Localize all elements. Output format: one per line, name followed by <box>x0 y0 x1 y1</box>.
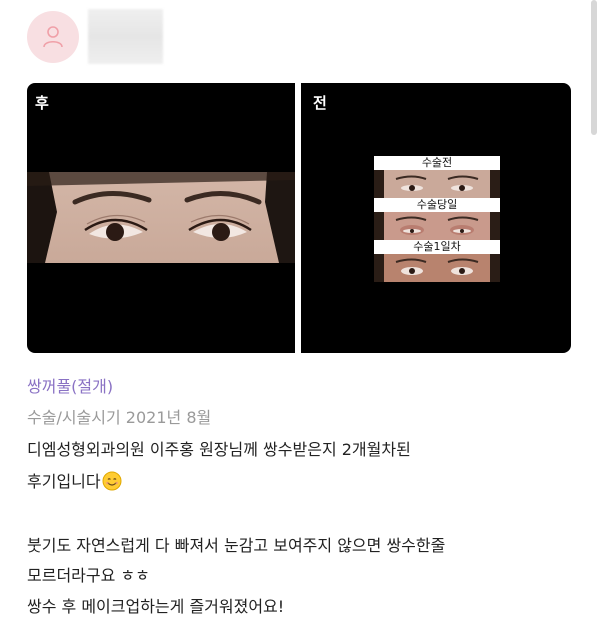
photo-card[interactable]: 후 전 수술전 수술당일 수술1일차 <box>27 83 571 353</box>
before-stage-collage: 수술전 수술당일 수술1일차 <box>374 156 500 282</box>
surgery-date: 수술/시술시기 2021년 8월 <box>27 408 212 427</box>
user-icon <box>43 26 63 48</box>
stage-caption: 수술전 <box>374 156 500 170</box>
before-photo-panel[interactable]: 전 수술전 수술당일 수술1일차 <box>301 83 571 353</box>
body-line-2: 후기입니다 <box>27 468 122 492</box>
procedure-tag[interactable]: 쌍꺼풀(절개) <box>27 373 113 397</box>
body-line-5: 모르더라구요 ㅎㅎ <box>27 566 150 585</box>
body-line-1: 디엠성형외과의원 이주홍 원장님께 쌍수받은지 2개월차된 <box>27 440 411 459</box>
stage-photo <box>374 212 500 240</box>
after-photo-panel[interactable]: 후 <box>27 83 295 353</box>
stage-caption: 수술1일차 <box>374 240 500 254</box>
smiling-face-icon <box>102 471 122 491</box>
body-line-6: 쌍수 후 메이크업하는게 즐거워졌어요! <box>27 597 285 616</box>
body-line-4: 붓기도 자연스럽게 다 빠져서 눈감고 보여주지 않으면 쌍수한줄 <box>27 536 446 555</box>
after-eyes-image <box>27 172 295 263</box>
body-line-2-text: 후기입니다 <box>27 472 101 491</box>
stage-caption: 수술당일 <box>374 198 500 212</box>
avatar[interactable] <box>27 11 79 63</box>
after-label: 후 <box>35 94 49 112</box>
stage-photo <box>374 170 500 198</box>
stage-photo <box>374 254 500 282</box>
before-label: 전 <box>313 94 327 112</box>
username-blurred <box>88 9 163 64</box>
scrollbar[interactable] <box>591 0 597 135</box>
